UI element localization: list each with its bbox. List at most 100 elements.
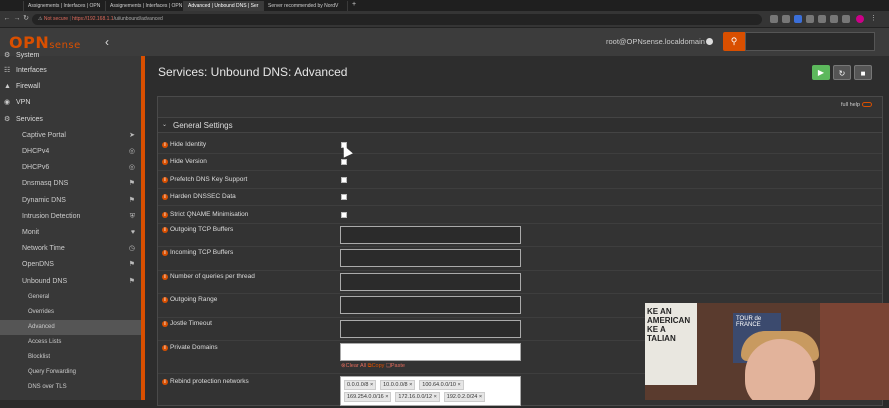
sidebar-item-dhcpv4[interactable]: DHCPv4 ◎ [0,144,141,160]
section-header[interactable]: ⌄ General Settings [158,117,882,133]
info-icon[interactable]: i [162,159,168,165]
setting-label: Jostle Timeout [170,320,212,327]
sidebar-item-advanced[interactable]: Advanced [0,320,141,335]
hide-version-checkbox[interactable] [341,159,347,165]
person-face [745,339,815,400]
info-icon[interactable]: i [162,212,168,218]
sidebar-item-interfaces[interactable]: ☷ Interfaces [0,63,141,79]
extension-icon[interactable] [818,15,826,23]
browser-tab-active[interactable]: Advanced | Unbound DNS | Ser [184,1,264,11]
clear-all-link[interactable]: ⊗Clear All [341,363,366,369]
restart-button[interactable]: ↻ [833,65,851,80]
sidebar-item-captive-portal[interactable]: Captive Portal ➤ [0,128,141,144]
user-label[interactable]: root@OPNsense.localdomain [606,37,705,46]
setting-row: i Prefetch DNS Key Support [158,171,882,189]
info-icon[interactable]: i [162,297,168,303]
info-icon[interactable]: i [162,142,168,148]
sidebar-item-access-lists[interactable]: Access Lists [0,335,141,350]
back-icon[interactable]: ← [2,14,12,24]
info-icon[interactable]: i [162,250,168,256]
jostle-timeout-input[interactable] [340,320,521,338]
info-icon[interactable]: i [162,177,168,183]
sidebar-item-blocklist[interactable]: Blocklist [0,350,141,365]
private-domains-input[interactable] [340,343,521,361]
sidebar-item-overrides[interactable]: Overrides [0,305,141,320]
reload-icon[interactable]: ↻ [21,14,31,24]
full-help-toggle[interactable]: full help [841,102,872,108]
incoming-tcp-buffers-input[interactable] [340,249,521,267]
sidebar-item-opendns[interactable]: OpenDNS ⚑ [0,257,141,273]
sidebar-item-general[interactable]: General [0,290,141,305]
paste-link[interactable]: ❑Paste [386,363,405,369]
close-icon[interactable]: × [457,382,460,388]
sidebar-item-unbound-dns[interactable]: Unbound DNS ⚑ [0,274,141,290]
sidebar-item-system[interactable]: ⚙ System [0,48,141,64]
chevron-down-icon: ⌄ [162,122,168,128]
sidebar-item-dhcpv6[interactable]: DHCPv6 ◎ [0,160,141,176]
section-title: General Settings [173,121,233,130]
sidebar: ⚙ System ☷ Interfaces ▲ Firewall ◉ VPN ⚙ Serv… [0,52,145,400]
browser-tab[interactable]: Server recommended by NordV [264,1,348,11]
stop-button[interactable]: ■ [854,65,872,80]
not-secure-label: Not secure [43,16,69,22]
play-icon: ▶ [817,68,825,77]
rebind-networks-input[interactable]: 0.0.0.0/8 × 10.0.0.0/8 × 100.64.0.0/10 ×… [340,376,521,406]
queries-per-thread-input[interactable] [340,273,521,291]
cog-icon: ⚙ [4,116,11,123]
address-bar[interactable]: ⚠ Not secure | https://192.168.1.1/ui/un… [32,14,762,25]
copy-link[interactable]: ⧉Copy [368,363,385,369]
info-icon[interactable]: i [162,194,168,200]
network-tag: 100.64.0.0/10 × [419,380,464,390]
collapse-sidebar-icon[interactable]: ‹ [101,35,113,49]
outgoing-range-input[interactable] [340,296,521,314]
info-icon[interactable]: i [162,345,168,351]
setting-label: Rebind protection networks [170,378,249,385]
extension-icon[interactable] [842,15,850,23]
extension-icon[interactable] [794,15,802,23]
tab-pinned[interactable] [0,1,24,11]
sidebar-item-dynamic-dns[interactable]: Dynamic DNS ⚑ [0,193,141,209]
apply-button[interactable]: ▶ [812,65,830,80]
sidebar-item-dnsmasq[interactable]: Dnsmasq DNS ⚑ [0,176,141,192]
close-icon[interactable]: × [370,382,373,388]
info-icon[interactable]: i [162,379,168,385]
close-icon[interactable]: × [479,394,482,400]
extension-icon[interactable] [806,15,814,23]
browser-tab[interactable]: Assignements | Interfaces | OPN [24,1,106,11]
tags-icon: ⚑ [128,261,135,268]
outgoing-tcp-buffers-input[interactable] [340,226,521,244]
sidebar-item-monit[interactable]: Monit ♥ [0,225,141,241]
profile-icon[interactable] [856,15,864,23]
strict-qname-checkbox[interactable] [341,212,347,218]
extension-icon[interactable] [770,15,778,23]
menu-icon[interactable]: ⋮ [870,15,878,23]
sidebar-item-dns-over-tls[interactable]: DNS over TLS [0,380,141,395]
search-button[interactable]: ⚲ [723,32,745,51]
url-host: https://192.168.1.1 [72,16,114,22]
sidebar-item-intrusion-detection[interactable]: Intrusion Detection ⛨ [0,209,141,225]
extension-icon[interactable] [782,15,790,23]
sidebar-item-network-time[interactable]: Network Time ◷ [0,241,141,257]
toggle-icon [862,102,872,108]
browser-tab[interactable]: Assignements | Interfaces | OPN [106,1,184,11]
info-icon[interactable]: i [162,274,168,280]
harden-dnssec-checkbox[interactable] [341,194,347,200]
setting-row: i Harden DNSSEC Data [158,189,882,206]
tags-icon: ⚑ [128,278,135,285]
close-icon[interactable]: × [385,394,388,400]
sidebar-item-vpn[interactable]: ◉ VPN [0,95,141,111]
setting-label: Private Domains [170,344,218,351]
setting-label: Number of queries per thread [170,273,255,280]
info-icon[interactable]: i [162,227,168,233]
new-tab-button[interactable]: + [350,1,362,11]
search-input[interactable] [745,32,875,51]
sidebar-item-query-forwarding[interactable]: Query Forwarding [0,365,141,380]
extension-icon[interactable] [830,15,838,23]
info-icon[interactable]: i [162,321,168,327]
setting-row: i Strict QNAME Minimisation [158,206,882,224]
sidebar-item-firewall[interactable]: ▲ Firewall [0,79,141,95]
close-icon[interactable]: × [409,382,412,388]
sidebar-item-services[interactable]: ⚙ Services [0,112,141,128]
close-icon[interactable]: × [434,394,437,400]
prefetch-dnskey-checkbox[interactable] [341,177,347,183]
